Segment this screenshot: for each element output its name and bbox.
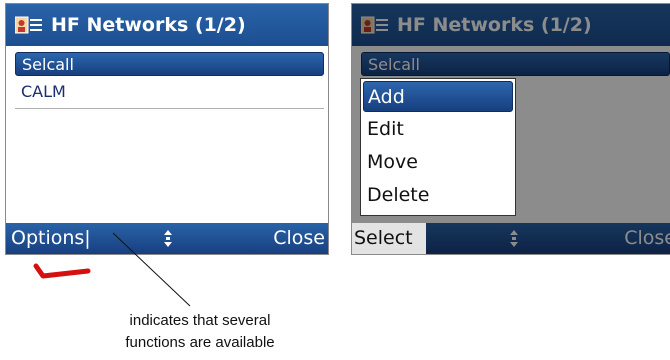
leader-line — [112, 232, 191, 307]
annotation-caption-line-2: functions are available — [125, 334, 275, 351]
annotation-layer — [33, 232, 191, 307]
annotation-caption-line-1: indicates that several — [129, 312, 271, 329]
pointer-mark — [33, 263, 91, 279]
